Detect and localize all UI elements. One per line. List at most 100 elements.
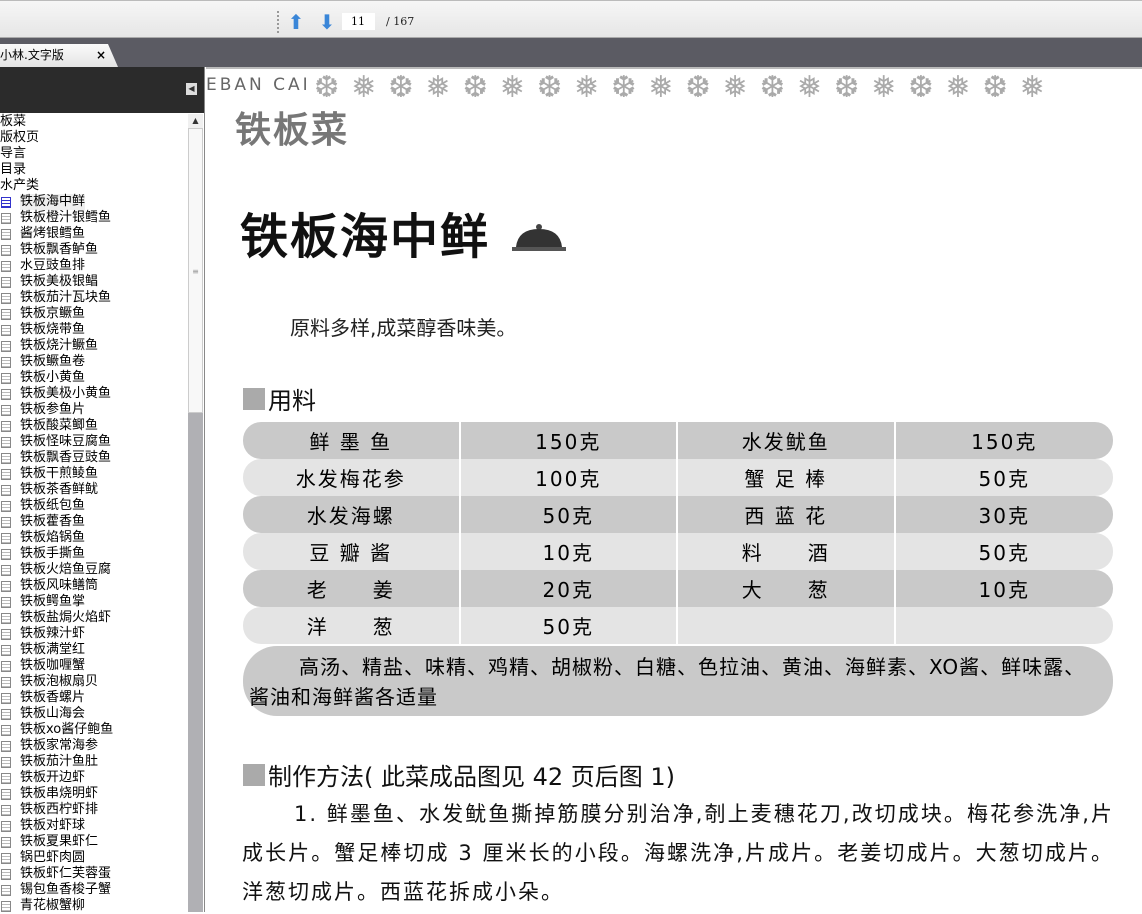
page-icon [1,852,11,864]
bookmark-item[interactable]: 铁板怪味豆腐鱼 [0,434,187,450]
bookmark-item[interactable]: 铁板满堂红 [0,642,187,658]
bookmark-item[interactable]: 铁板小黄鱼 [0,370,187,386]
ingredient-name: 西 蓝 花 [678,496,896,533]
scroll-track[interactable] [188,413,203,912]
bookmark-label: 铁板橙汁银鳕鱼 [20,210,112,225]
bookmark-label: 铁板火焙鱼豆腐 [20,562,112,577]
ingredient-amount: 20克 [461,570,678,607]
close-icon[interactable]: × [96,44,106,66]
bookmark-item[interactable]: 锅巴虾肉圆 [0,850,187,866]
page-icon [1,500,11,512]
bookmark-item[interactable]: 铁板酸菜鲫鱼 [0,418,187,434]
toolbar: ⬆ ⬇ / 167 [0,0,1142,38]
up-arrow-icon[interactable]: ⬆ [286,12,306,32]
sidebar-scrollbar[interactable]: ▲ ≡ [188,114,203,912]
bookmark-label: 铁板飘香豆豉鱼 [20,450,112,465]
bookmark-item[interactable]: 铁板泡椒扇贝 [0,674,187,690]
scroll-thumb[interactable]: ≡ [188,128,203,413]
bookmark-item[interactable]: 铁板京鳜鱼 [0,306,187,322]
bookmark-item[interactable]: 铁板鳜鱼卷 [0,354,187,370]
bookmark-item[interactable]: 铁板香螺片 [0,690,187,706]
bookmark-list: 板菜 版权页 导言 目录 水产类 铁板海中鲜 铁板橙汁银鳕鱼 酱烤银鳕鱼 铁板飘香鲈鱼 水豆豉鱼排… [0,114,187,914]
cloche-icon [512,224,566,251]
bookmark-item[interactable]: 铁板西柠虾排 [0,802,187,818]
bookmark-item[interactable]: 铁板藿香鱼 [0,514,187,530]
page-icon [1,420,11,432]
bookmark-label: 导言 [0,146,27,161]
bookmark-item[interactable]: 铁板xo酱仔鲍鱼 [0,722,187,738]
bookmark-item[interactable]: 铁板虾仁芙蓉蛋 [0,866,187,882]
scroll-up-icon[interactable]: ▲ [188,114,203,128]
ingredient-amount: 50克 [461,496,678,533]
bookmark-item[interactable]: 铁板茄汁瓦块鱼 [0,290,187,306]
bookmark-item[interactable]: 铁板参鱼片 [0,402,187,418]
bookmark-item[interactable]: 铁板夏果虾仁 [0,834,187,850]
bookmark-item[interactable]: 铁板盐焗火焰虾 [0,610,187,626]
bookmark-item[interactable]: 目录 [0,162,187,178]
page-icon [1,436,11,448]
bookmark-item[interactable]: 铁板干煎鲮鱼 [0,466,187,482]
ingredient-amount: 150克 [971,430,1038,454]
bookmark-item[interactable]: 铁板纸包鱼 [0,498,187,514]
bookmark-item[interactable]: 水产类 [0,178,187,194]
bookmark-item[interactable]: 铁板开边虾 [0,770,187,786]
snowflake-icon: ❆ [908,70,934,105]
bookmark-item[interactable]: 铁板焰锅鱼 [0,530,187,546]
page-icon [1,676,11,688]
snowflake-icon: ❅ [871,70,897,105]
bookmark-item[interactable]: 铁板鳄鱼掌 [0,594,187,610]
bookmark-item[interactable]: 铁板茄汁鱼肚 [0,754,187,770]
bookmark-label: 铁板手撕鱼 [20,546,86,561]
bookmark-item[interactable]: 锡包鱼香梭子蟹 [0,882,187,898]
bookmark-item[interactable]: 铁板辣汁虾 [0,626,187,642]
bookmark-label: 锅巴虾肉圆 [20,850,86,865]
bookmark-item[interactable]: 铁板美极小黄鱼 [0,386,187,402]
ingredient-amount: 10克 [461,533,678,570]
bookmark-label: 铁板烧汁鳜鱼 [20,338,99,353]
bookmark-item[interactable]: 铁板橙汁银鳕鱼 [0,210,187,226]
bookmark-item[interactable]: 铁板美极银鲳 [0,274,187,290]
bookmark-item[interactable]: 铁板飘香鲈鱼 [0,242,187,258]
snowflake-icon: ❆ [462,70,488,105]
ingredient-name: 鲜 墨 鱼 [243,422,461,459]
bookmark-item[interactable]: 铁板咖喱蟹 [0,658,187,674]
page-icon [1,788,11,800]
bookmark-label: 铁板干煎鲮鱼 [20,466,99,481]
bookmark-item[interactable]: 铁板串烧明虾 [0,786,187,802]
bookmark-item[interactable]: 铁板家常海参 [0,738,187,754]
bookmark-item[interactable]: 铁板飘香豆豉鱼 [0,450,187,466]
down-arrow-icon[interactable]: ⬇ [317,12,337,32]
tab-document[interactable]: 小林.文字版 × [0,44,118,67]
heading-bullet [243,387,265,410]
bookmark-label: 铁板飘香鲈鱼 [20,242,99,257]
page-icon [1,452,11,464]
bookmark-label: 铁板茄汁鱼肚 [20,754,99,769]
tab-label: 小林.文字版 [0,48,64,62]
page-icon [1,356,11,368]
page-icon [1,244,11,256]
bookmark-label: 版权页 [0,130,40,145]
snowflake-icon: ❆ [759,70,785,105]
ingredient-amount: 150克 [461,422,678,459]
bookmark-item[interactable]: 铁板风味鳝筒 [0,578,187,594]
bookmark-item[interactable]: 水豆豉鱼排 [0,258,187,274]
bookmark-item[interactable]: 铁板海中鲜 [0,194,187,210]
bookmark-item[interactable]: 版权页 [0,130,187,146]
snowflake-icon: ❅ [351,70,377,105]
ingredient-amount: 10克 [978,578,1030,602]
collapse-sidebar-icon[interactable]: ◀ [186,83,197,95]
bookmark-item[interactable]: 铁板对虾球 [0,818,187,834]
bookmark-item[interactable]: 铁板烧汁鳜鱼 [0,338,187,354]
bookmark-item[interactable]: 铁板火焙鱼豆腐 [0,562,187,578]
bookmark-item[interactable]: 铁板茶香鲜鱿 [0,482,187,498]
toolbar-grip[interactable] [277,11,279,33]
bookmark-item[interactable]: 铁板山海会 [0,706,187,722]
bookmark-item[interactable]: 板菜 [0,114,187,130]
bookmark-item[interactable]: 铁板烧带鱼 [0,322,187,338]
bookmark-item[interactable]: 铁板手撕鱼 [0,546,187,562]
page-number-input[interactable] [342,13,375,30]
bookmark-item[interactable]: 酱烤银鳕鱼 [0,226,187,242]
section-title: 铁板菜 [235,110,350,151]
snowflake-icon: ❆ [982,70,1008,105]
bookmark-item[interactable]: 导言 [0,146,187,162]
